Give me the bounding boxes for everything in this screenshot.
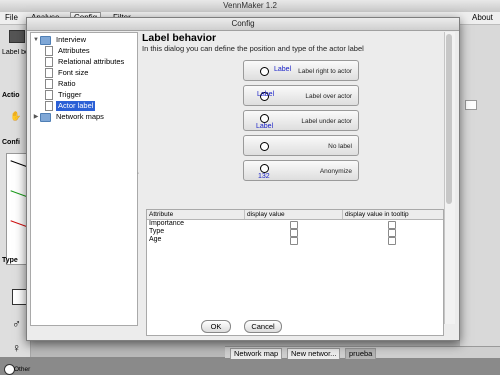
network-canvas[interactable] [460,25,500,357]
window-title: VennMaker 1.2 [223,1,277,10]
label-sample: Label [257,91,275,98]
document-icon [45,46,53,57]
panel-subtitle: In this dialog you can define the positi… [142,44,364,53]
tab-network-map[interactable]: Network map [230,348,283,359]
tree-item-trigger[interactable]: Trigger [45,90,83,101]
option-label-right-button[interactable]: Label Label right to actor [243,60,359,81]
collapsed-triangle-icon[interactable]: ▶ [32,112,40,122]
row-attribute: Type [149,228,165,235]
menu-about[interactable]: About [469,12,496,24]
tooltip-checkbox[interactable] [388,221,396,229]
row-attribute: Age [149,236,162,243]
hand-icon[interactable]: ✋ [10,111,21,122]
expanded-triangle-icon[interactable]: ▼ [32,35,40,45]
tree-item-label: Network maps [56,112,104,121]
tree-item-label: Interview [56,35,87,44]
document-icon [45,79,53,90]
config-tree: ▼ Interview Attributes Relational attribu… [30,32,138,326]
option-label-under-button[interactable]: Label Label under actor [243,110,359,131]
actor-circle-icon [260,114,269,123]
left-section-action: Actio [2,92,20,99]
option-text: No label [328,143,352,150]
label-behavior-panel: Label behavior In this dialog you can de… [140,32,457,336]
folder-icon [40,35,51,45]
ok-button[interactable]: OK [201,320,231,333]
tree-item-label: Attributes [58,46,90,55]
left-section-config: Confi [2,139,20,146]
tree-item-label: Actor label [56,101,96,111]
canvas-widget[interactable] [465,100,477,110]
option-text: Label under actor [301,118,352,125]
option-text: Label over actor [305,93,352,100]
left-section-type: Type [2,257,18,264]
row-attribute: Importance [149,220,185,227]
scrollbar-thumb[interactable] [446,34,452,204]
dialog-title: Config [231,19,255,28]
document-icon [45,90,53,101]
display-value-checkbox[interactable] [290,237,298,245]
tooltip-checkbox[interactable] [388,229,396,237]
tree-item-label: Font size [58,68,89,77]
display-value-checkbox[interactable] [290,229,298,237]
computer-icon[interactable] [9,30,25,43]
document-icon [45,68,53,79]
actor-circle-icon [260,67,269,76]
tree-item-label: Ratio [58,79,76,88]
bottom-tabbar: Network map New networ... prueba [225,346,500,359]
document-icon [45,101,53,112]
option-label-over-button[interactable]: Label Label over actor [243,85,359,106]
document-icon [45,57,53,68]
attribute-table: Attribute display value display value in… [146,209,444,336]
menu-file[interactable]: File [2,12,21,24]
tree-item-network-maps[interactable]: ▶ Network maps [32,112,106,122]
option-text: Label right to actor [298,68,352,75]
male-symbol-icon[interactable]: ♂ [12,317,21,331]
label-sample: Label [274,66,292,73]
label-sample: 132 [258,173,270,180]
tab-prueba[interactable]: prueba [345,348,377,359]
cancel-button[interactable]: Cancel [244,320,282,333]
actor-circle-icon [260,164,269,173]
tree-item-actor-label[interactable]: Actor label [45,101,96,112]
female-symbol-icon[interactable]: ♀ [12,341,21,355]
dialog-titlebar: Config [27,18,459,31]
column-header-tooltip[interactable]: display value in tooltip [343,210,443,219]
tree-item-attributes[interactable]: Attributes [45,46,92,57]
panel-heading: Label behavior [142,32,217,44]
tab-new-network[interactable]: New networ... [287,348,341,359]
display-value-checkbox[interactable] [290,221,298,229]
left-label-other: Other [14,366,31,373]
actor-circle-icon [260,142,269,151]
tooltip-checkbox[interactable] [388,237,396,245]
option-anonymize-button[interactable]: 132 Anonymize [243,160,359,181]
column-header-display-value[interactable]: display value [245,210,343,219]
tree-item-font-size[interactable]: Font size [45,68,90,79]
folder-icon [40,112,51,122]
label-sample: Label [256,123,274,130]
table-header: Attribute display value display value in… [147,210,443,220]
column-header-attribute[interactable]: Attribute [147,210,245,219]
tree-item-label: Trigger [58,90,82,99]
tree-item-relational-attributes[interactable]: Relational attributes [45,57,126,68]
tree-item-label: Relational attributes [58,57,125,66]
option-text: Anonymize [319,168,352,175]
config-dialog: Config ▼ Interview Attributes Relational … [26,17,460,341]
tree-item-ratio[interactable]: Ratio [45,79,78,90]
tree-item-interview[interactable]: ▼ Interview [32,35,88,45]
option-no-label-button[interactable]: No label [243,135,359,156]
